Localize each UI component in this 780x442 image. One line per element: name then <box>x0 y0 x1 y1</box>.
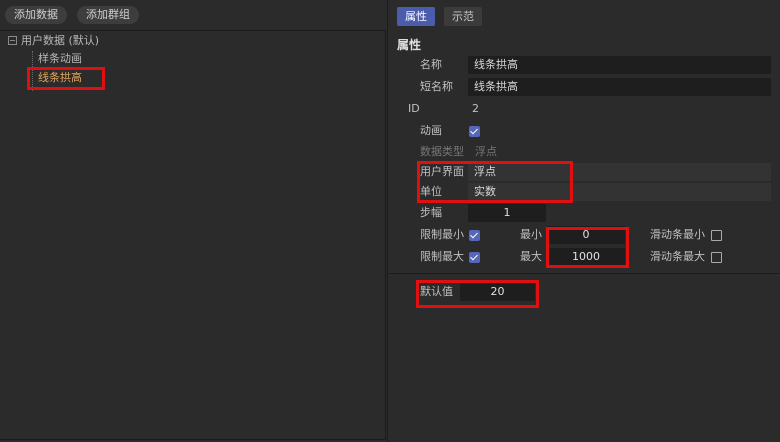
animation-checkbox[interactable] <box>469 126 480 137</box>
highlight-box <box>417 161 573 203</box>
slider-max-label: 滑动条最大 <box>650 250 705 263</box>
max-label: 最大 <box>520 250 542 263</box>
short-name-label: 短名称 <box>420 80 453 93</box>
limit-max-label: 限制最大 <box>420 250 464 263</box>
properties-panel: 属性 示范 属性 名称 线条拱高 短名称 线条拱高 ID 2 动画 数据类型 浮… <box>389 0 780 442</box>
highlight-box <box>416 280 539 308</box>
data-type-value: 浮点 <box>475 145 497 158</box>
limit-max-checkbox[interactable] <box>469 252 480 263</box>
limit-min-checkbox[interactable] <box>469 230 480 241</box>
id-label: ID <box>408 102 420 115</box>
slider-min-checkbox[interactable] <box>711 230 722 241</box>
min-label: 最小 <box>520 228 542 241</box>
id-value: 2 <box>472 102 479 115</box>
data-type-label: 数据类型 <box>420 145 464 158</box>
short-name-field[interactable]: 线条拱高 <box>468 78 771 96</box>
limit-min-label: 限制最小 <box>420 228 464 241</box>
step-field[interactable]: 1 <box>468 204 546 222</box>
highlight-box <box>546 227 629 268</box>
slider-max-checkbox[interactable] <box>711 252 722 263</box>
data-tree-panel: 添加数据 添加群组 用户数据 (默认) 样条动画 线条拱高 <box>0 0 388 442</box>
add-data-button[interactable]: 添加数据 <box>5 6 67 24</box>
slider-min-label: 滑动条最小 <box>650 228 705 241</box>
collapse-icon[interactable] <box>8 36 17 45</box>
step-label: 步幅 <box>420 206 442 219</box>
name-label: 名称 <box>420 58 442 71</box>
section-divider <box>389 273 780 274</box>
animation-label: 动画 <box>420 124 442 137</box>
tab-properties[interactable]: 属性 <box>397 7 435 26</box>
tree-root-label: 用户数据 (默认) <box>21 34 100 47</box>
tree-root-user-data[interactable]: 用户数据 (默认) <box>8 33 99 49</box>
add-group-button[interactable]: 添加群组 <box>77 6 139 24</box>
highlight-box <box>27 67 105 90</box>
tab-example[interactable]: 示范 <box>444 7 482 26</box>
data-tree: 用户数据 (默认) 样条动画 线条拱高 <box>0 30 386 440</box>
section-title: 属性 <box>397 38 422 52</box>
tree-item-spline-animation[interactable]: 样条动画 <box>38 51 82 67</box>
tree-toolbar: 添加数据 添加群组 <box>0 0 388 30</box>
name-field[interactable]: 线条拱高 <box>468 56 771 74</box>
